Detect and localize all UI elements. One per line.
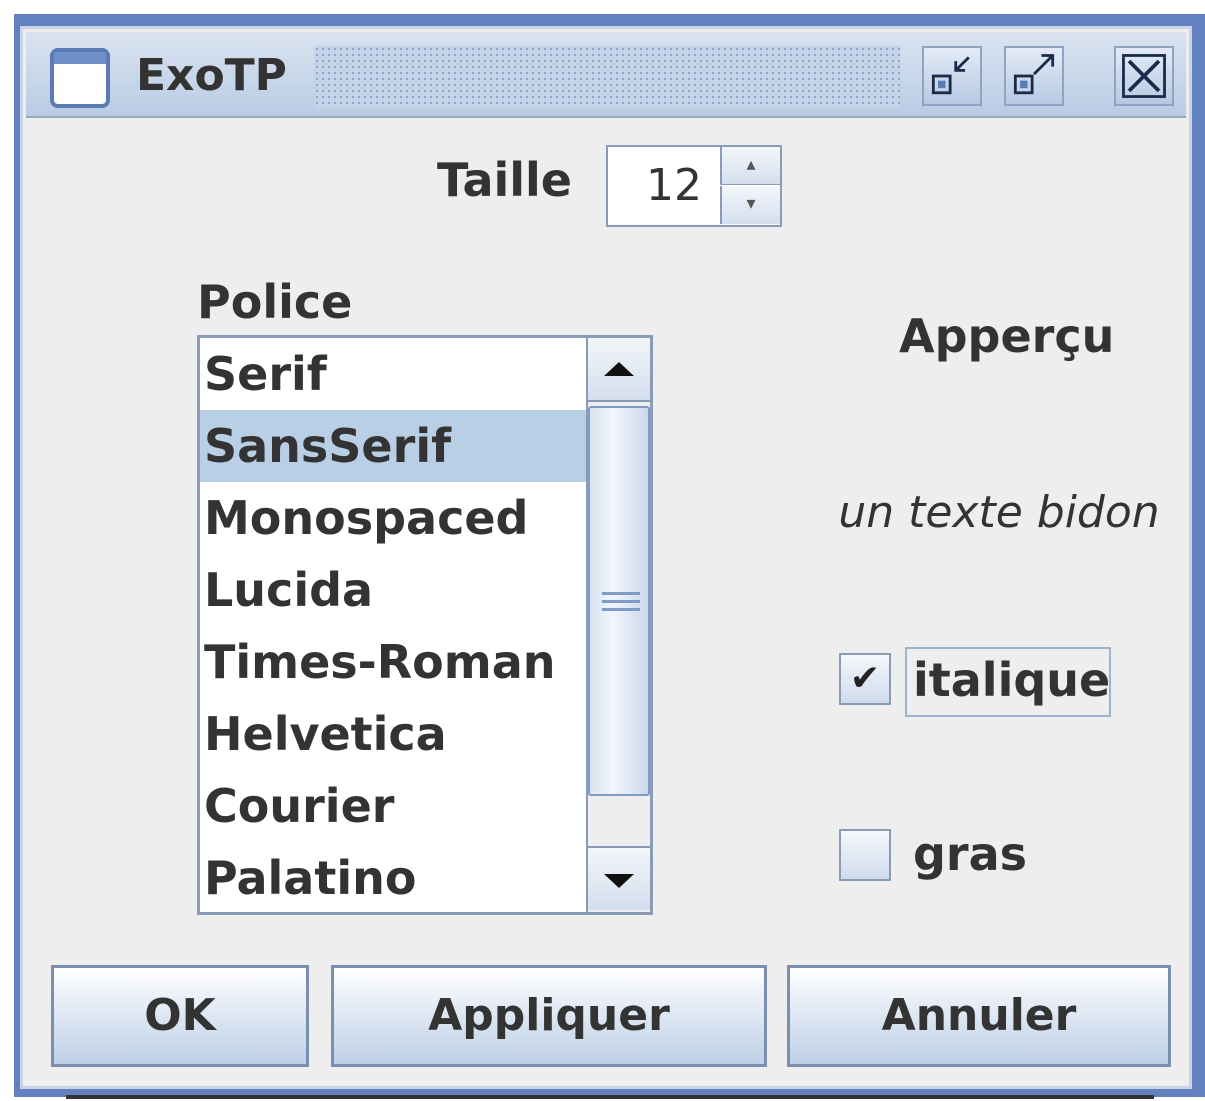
bold-label[interactable]: gras [913, 827, 1027, 881]
font-list-items: Serif SansSerif Monospaced Lucida Times-… [200, 338, 586, 912]
list-item[interactable]: Serif [200, 338, 586, 410]
list-item[interactable]: Courier [200, 770, 586, 842]
grip-line [602, 608, 640, 611]
font-list[interactable]: Serif SansSerif Monospaced Lucida Times-… [197, 335, 653, 915]
ok-button[interactable]: OK [51, 965, 309, 1067]
italic-checkbox[interactable]: ✔ [839, 653, 891, 705]
bold-checkbox[interactable] [839, 829, 891, 881]
triangle-up-icon [604, 362, 634, 376]
font-list-label: Police [197, 275, 353, 329]
list-item[interactable]: Lucida [200, 554, 586, 626]
apply-button[interactable]: Appliquer [331, 965, 767, 1067]
arrow-up-icon: ▴ [746, 154, 756, 175]
size-spinner[interactable]: 12 ▴ ▾ [606, 145, 782, 227]
vertical-scrollbar[interactable] [586, 338, 650, 912]
cancel-button[interactable]: Annuler [787, 965, 1171, 1067]
spinner-down-button[interactable]: ▾ [720, 186, 780, 224]
scroll-up-button[interactable] [588, 338, 650, 402]
desktop-edge-bottom [66, 1095, 1154, 1099]
arrow-down-icon: ▾ [746, 193, 756, 214]
size-value[interactable]: 12 [608, 147, 718, 225]
list-item[interactable]: Monospaced [200, 482, 586, 554]
grip-line [602, 592, 640, 595]
triangle-down-icon [604, 874, 634, 888]
spinner-up-button[interactable]: ▴ [720, 147, 780, 185]
italic-label[interactable]: italique [913, 653, 1110, 707]
checkmark-icon: ✔ [849, 658, 881, 699]
scroll-down-button[interactable] [588, 846, 650, 910]
dialog-window: ExoTP Taille 12 ▴ ▾ Police Serif SansSer… [20, 26, 1192, 1089]
list-item-selected[interactable]: SansSerif [200, 410, 586, 482]
list-item[interactable]: Helvetica [200, 698, 586, 770]
preview-text: un texte bidon [838, 487, 1160, 538]
preview-label: Apperçu [899, 309, 1115, 363]
list-item[interactable]: Palatino [200, 842, 586, 912]
grip-line [602, 600, 640, 603]
list-item[interactable]: Times-Roman [200, 626, 586, 698]
scroll-thumb[interactable] [588, 406, 650, 796]
size-label: Taille [437, 153, 572, 207]
